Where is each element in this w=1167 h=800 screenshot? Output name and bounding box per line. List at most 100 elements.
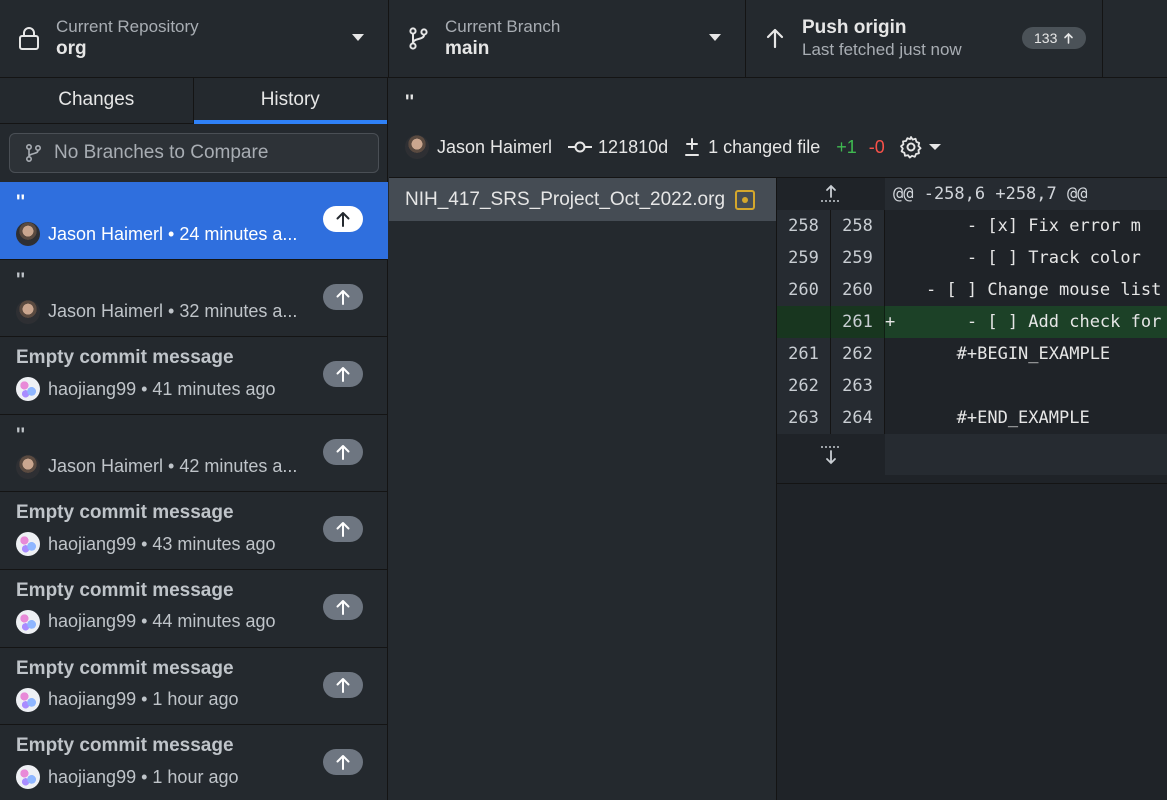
- line-content: - [ ] Track color: [885, 242, 1167, 274]
- arrow-up-icon: [336, 212, 350, 227]
- commit-item[interactable]: '' Jason Haimerl • 32 minutes a...: [0, 260, 388, 338]
- commit-title: Empty commit message: [16, 735, 234, 757]
- diff-settings-button[interactable]: [899, 135, 941, 159]
- push-title: Push origin: [802, 17, 907, 38]
- branch-name: main: [445, 38, 490, 59]
- new-line-number: 264: [831, 402, 885, 434]
- old-line-number: 260: [777, 274, 831, 306]
- expand-up-icon: [821, 184, 841, 202]
- avatar: [16, 765, 40, 790]
- sidebar: Changes History No Branches to Compare '…: [0, 78, 388, 800]
- commit-item[interactable]: '' Jason Haimerl • 24 minutes a...: [0, 182, 388, 260]
- line-content: #+END_EXAMPLE: [885, 402, 1167, 434]
- current-repository-button[interactable]: Current Repository org: [0, 0, 389, 77]
- hunk-footer: [777, 434, 1167, 475]
- commit-author: haojiang99: [48, 378, 137, 399]
- hunk-text: @@ -258,6 +258,7 @@: [885, 178, 1167, 210]
- old-line-number: 261: [777, 338, 831, 370]
- push-origin-button[interactable]: Push origin Last fetched just now 133: [746, 0, 1103, 77]
- diff-line[interactable]: 258 258 - [x] Fix error m: [777, 210, 1167, 242]
- compare-branch-button[interactable]: No Branches to Compare: [9, 133, 379, 173]
- line-content: - [x] Fix error m: [885, 210, 1167, 242]
- commit-title: Empty commit message: [16, 579, 234, 601]
- unpushed-indicator: [323, 361, 363, 388]
- unpushed-indicator: [323, 438, 363, 465]
- repository-label: Current Repository: [56, 17, 199, 36]
- expand-up-button[interactable]: [777, 178, 885, 210]
- commit-title: '': [16, 424, 26, 446]
- commit-author: haojiang99: [48, 611, 137, 632]
- commit-item[interactable]: Empty commit message haojiang99 • 1 hour…: [0, 648, 388, 726]
- sha-text: 121810d: [598, 136, 669, 157]
- commit-meta: Jason Haimerl 121810d 1 changed file +1 …: [405, 135, 941, 159]
- current-branch-button[interactable]: Current Branch main: [389, 0, 746, 77]
- old-line-number: [777, 306, 831, 338]
- line-content: #+BEGIN_EXAMPLE: [885, 338, 1167, 370]
- hunk-header: @@ -258,6 +258,7 @@: [777, 178, 1167, 210]
- avatar: [16, 609, 40, 634]
- ahead-count-badge: 133: [1022, 27, 1087, 49]
- branch-icon: [25, 143, 42, 163]
- old-line-number: 258: [777, 210, 831, 242]
- diff-line[interactable]: 260 260 - [ ] Change mouse list: [777, 274, 1167, 306]
- chevron-down-icon: [352, 34, 364, 41]
- arrow-up-icon: [336, 755, 350, 771]
- commit-author: haojiang99: [48, 766, 137, 787]
- commit-item[interactable]: Empty commit message haojiang99 • 1 hour…: [0, 725, 388, 800]
- avatar: [16, 687, 40, 712]
- arrow-up-icon: [336, 289, 350, 305]
- commit-item[interactable]: Empty commit message haojiang99 • 43 min…: [0, 492, 388, 570]
- unpushed-indicator: [323, 749, 363, 776]
- diff-line[interactable]: 259 259 - [ ] Track color: [777, 242, 1167, 274]
- expand-down-button[interactable]: [777, 434, 885, 475]
- arrow-up-icon: [336, 522, 350, 538]
- new-line-number: 261: [831, 306, 885, 338]
- commit-item[interactable]: Empty commit message haojiang99 • 41 min…: [0, 337, 388, 415]
- branch-icon: [409, 27, 428, 50]
- commit-icon: [568, 141, 593, 153]
- expand-down-icon: [821, 445, 841, 464]
- commit-time: 41 minutes ago: [152, 378, 276, 399]
- deletions-count: -0: [868, 136, 885, 157]
- avatar: [16, 454, 40, 479]
- commit-author: Jason Haimerl: [48, 223, 164, 244]
- commit-item[interactable]: Empty commit message haojiang99 • 44 min…: [0, 570, 388, 648]
- gear-icon: [899, 136, 922, 159]
- commit-item[interactable]: '' Jason Haimerl • 42 minutes a...: [0, 415, 388, 493]
- old-line-number: 259: [777, 242, 831, 274]
- diff-line-added[interactable]: 261 + - [ ] Add check for: [777, 306, 1167, 338]
- tab-history[interactable]: History: [193, 78, 387, 124]
- diff-view: @@ -258,6 +258,7 @@ 258 258 - [x] Fix err…: [777, 178, 1167, 800]
- diff-icon: [685, 138, 700, 156]
- commit-time: 1 hour ago: [152, 766, 239, 787]
- line-content: [885, 370, 1167, 402]
- commit-time: 24 minutes a...: [179, 223, 298, 244]
- diff-line[interactable]: 261 262 #+BEGIN_EXAMPLE: [777, 338, 1167, 370]
- new-line-number: 259: [831, 242, 885, 274]
- commit-title: Empty commit message: [16, 502, 234, 524]
- modified-icon: [735, 189, 756, 210]
- avatar: [16, 299, 40, 324]
- commit-header: '' Jason Haimerl 121810d 1 changed file …: [389, 78, 1167, 178]
- arrow-up-icon: [336, 677, 350, 693]
- commit-title: '': [16, 269, 26, 291]
- arrow-up-icon: [766, 28, 784, 49]
- compare-placeholder: No Branches to Compare: [54, 142, 269, 163]
- line-content: - [ ] Change mouse list: [885, 274, 1167, 306]
- file-item[interactable]: NIH_417_SRS_Project_Oct_2022.org: [389, 178, 776, 221]
- unpushed-indicator: [323, 593, 363, 620]
- diff-line[interactable]: 263 264 #+END_EXAMPLE: [777, 402, 1167, 434]
- commit-list: '' Jason Haimerl • 24 minutes a... '' Ja…: [0, 182, 388, 800]
- tab-changes[interactable]: Changes: [0, 78, 194, 124]
- unpushed-indicator: [323, 671, 363, 698]
- diff-line[interactable]: 262 263: [777, 370, 1167, 402]
- arrow-up-icon: [336, 367, 350, 383]
- ahead-count: 133: [1034, 30, 1058, 46]
- commit-author: Jason Haimerl: [437, 136, 553, 157]
- chevron-down-icon: [928, 144, 941, 150]
- commit-sha[interactable]: 121810d: [568, 137, 668, 158]
- commit-author: Jason Haimerl: [48, 456, 164, 477]
- repository-name: org: [56, 38, 87, 59]
- commit-author: Jason Haimerl: [48, 301, 164, 322]
